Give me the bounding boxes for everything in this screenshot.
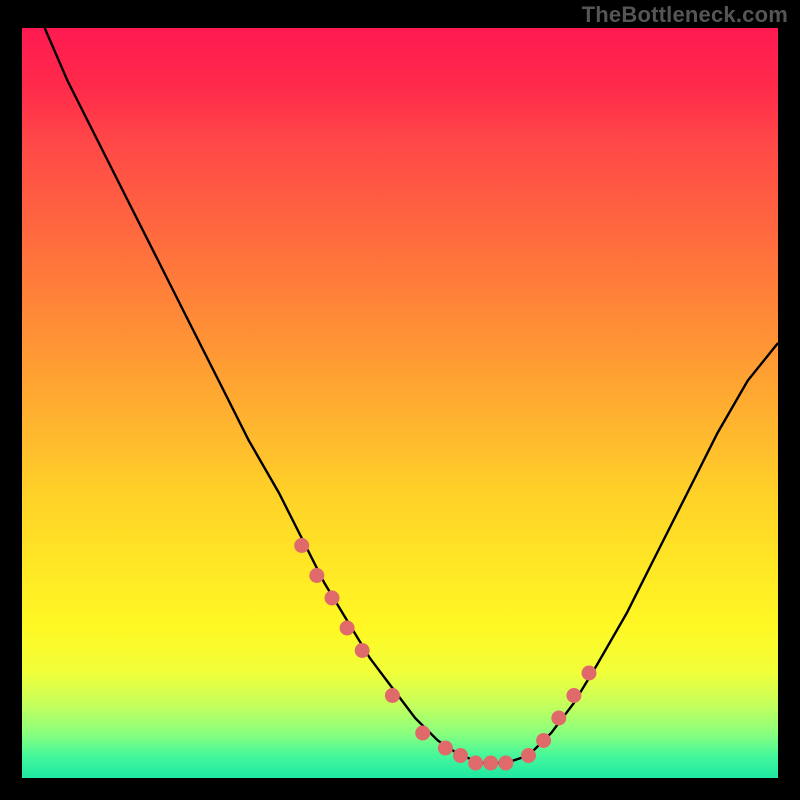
curve-line [45, 28, 778, 763]
curve-marker [294, 538, 309, 553]
curve-marker [415, 726, 430, 741]
curve-marker [309, 568, 324, 583]
curve-marker [385, 688, 400, 703]
curve-marker [582, 666, 597, 681]
chart-container [22, 28, 778, 778]
curve-marker [325, 591, 340, 606]
curve-marker [566, 688, 581, 703]
curve-marker [551, 711, 566, 726]
curve-marker [521, 748, 536, 763]
bottleneck-curve-chart [22, 28, 778, 778]
curve-marker [498, 756, 513, 771]
curve-marker [355, 643, 370, 658]
app-frame: TheBottleneck.com [0, 0, 800, 800]
curve-marker [483, 756, 498, 771]
curve-marker [340, 621, 355, 636]
curve-marker [468, 756, 483, 771]
curve-markers [294, 538, 596, 771]
curve-marker [453, 748, 468, 763]
curve-marker [438, 741, 453, 756]
watermark-text: TheBottleneck.com [582, 2, 788, 28]
curve-marker [536, 733, 551, 748]
